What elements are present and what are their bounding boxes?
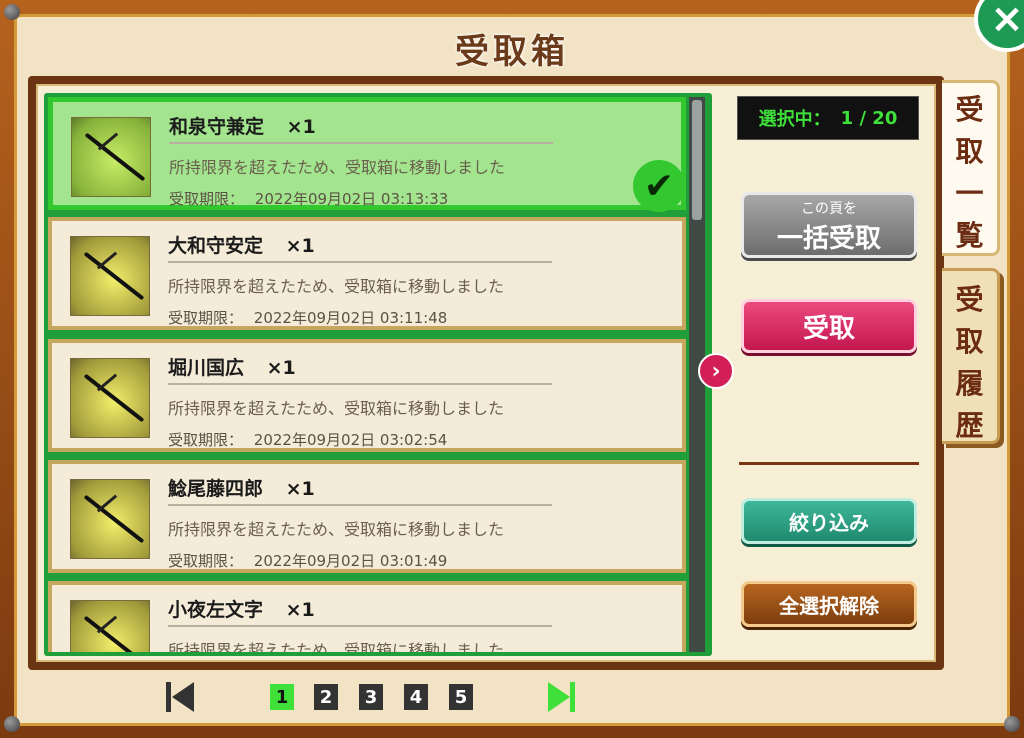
sword-icon — [70, 479, 150, 559]
tab-char: 一 — [955, 177, 984, 210]
filter-button[interactable]: 絞り込み — [741, 498, 917, 544]
receive-label: 受取 — [802, 313, 855, 344]
sword-icon — [70, 600, 150, 652]
selection-counter: 選択中： 1 / 20 — [737, 96, 919, 140]
page-3-button[interactable]: 3 — [359, 684, 383, 710]
item-name-row: 大和守安定 ×1 — [168, 231, 315, 258]
sword-icon — [71, 117, 151, 197]
deadline-value: 2022年09月02日 03:01:49 — [253, 552, 448, 570]
list-item[interactable]: 鯰尾藤四郎 ×1 所持限界を超えたため、受取箱に移動しました 受取期限： 202… — [48, 460, 686, 573]
item-reason: 所持限界を超えたため、受取箱に移動しました — [169, 158, 506, 177]
item-list[interactable]: 和泉守兼定 ×1 所持限界を超えたため、受取箱に移動しました 受取期限： 202… — [48, 97, 686, 652]
tab-char: 取 — [955, 135, 984, 168]
item-name-row: 堀川国広 ×1 — [168, 353, 296, 380]
divider — [168, 625, 552, 627]
deadline-label: 受取期限： — [168, 309, 244, 327]
filter-label: 絞り込み — [789, 510, 869, 535]
item-name: 和泉守兼定 — [169, 116, 265, 138]
tab-receive-history[interactable]: 受 取 履 歴 — [942, 268, 1000, 444]
divider — [168, 504, 552, 506]
item-name-row: 小夜左文字 ×1 — [168, 595, 315, 622]
item-name: 堀川国広 — [168, 357, 245, 379]
item-name-row: 和泉守兼定 ×1 — [169, 112, 316, 139]
item-deadline-row: 受取期限： 2022年09月02日 03:13:33 — [169, 188, 448, 209]
item-name: 鯰尾藤四郎 — [168, 478, 264, 500]
first-page-icon[interactable] — [166, 680, 196, 716]
selection-label: 選択中： — [758, 109, 831, 130]
item-name-row: 鯰尾藤四郎 ×1 — [168, 474, 315, 501]
tab-char: 受 — [955, 283, 984, 316]
bulk-receive-button[interactable]: この頁を 一括受取 — [741, 192, 917, 258]
item-reason: 所持限界を超えたため、受取箱に移動しました — [168, 641, 505, 652]
tab-char: 歴 — [955, 409, 984, 442]
deadline-value: 2022年09月02日 03:02:54 — [253, 431, 448, 449]
item-deadline-row: 受取期限： 2022年09月02日 03:11:48 — [168, 307, 447, 328]
deadline-label: 受取期限： — [169, 190, 245, 208]
deselect-all-button[interactable]: 全選択解除 — [741, 581, 917, 627]
divider — [168, 383, 552, 385]
item-name: 大和守安定 — [168, 235, 264, 257]
scrollbar-thumb[interactable] — [692, 100, 702, 220]
checkmark-icon: ✔ — [633, 160, 685, 212]
item-qty: ×1 — [286, 116, 316, 138]
page-2-button[interactable]: 2 — [314, 684, 338, 710]
item-qty: ×1 — [285, 478, 315, 500]
rivet — [4, 4, 20, 20]
chevron-right-icon: › — [711, 358, 721, 384]
list-item[interactable]: 堀川国広 ×1 所持限界を超えたため、受取箱に移動しました 受取期限： 2022… — [48, 339, 686, 452]
last-page-icon[interactable] — [548, 680, 578, 716]
tab-char: 受 — [955, 93, 984, 126]
item-qty: ×1 — [285, 235, 315, 257]
bulk-receive-sub: この頁を — [801, 201, 857, 217]
close-icon: × — [990, 0, 1024, 42]
expand-arrow-button[interactable]: › — [698, 353, 734, 389]
dialog-title: 受取箱 — [455, 32, 569, 72]
separator — [739, 462, 919, 465]
pagination: 1 2 3 4 5 — [0, 680, 1024, 720]
deadline-value: 2022年09月02日 03:13:33 — [254, 190, 449, 208]
sword-icon — [70, 358, 150, 438]
page-5-button[interactable]: 5 — [449, 684, 473, 710]
page-1-button[interactable]: 1 — [270, 684, 294, 710]
receive-button[interactable]: 受取 — [741, 299, 917, 353]
list-item[interactable]: 大和守安定 ×1 所持限界を超えたため、受取箱に移動しました 受取期限： 202… — [48, 217, 686, 330]
tab-char: 履 — [955, 367, 984, 400]
item-reason: 所持限界を超えたため、受取箱に移動しました — [168, 399, 505, 418]
deadline-value: 2022年09月02日 03:11:48 — [253, 309, 448, 327]
deadline-label: 受取期限： — [168, 431, 244, 449]
page-4-button[interactable]: 4 — [404, 684, 428, 710]
tab-receive-list[interactable]: 受 取 一 覧 — [942, 80, 1000, 256]
item-reason: 所持限界を超えたため、受取箱に移動しました — [168, 520, 505, 539]
item-qty: ×1 — [285, 599, 315, 621]
item-deadline-row: 受取期限： 2022年09月02日 03:02:54 — [168, 429, 447, 450]
divider — [169, 142, 553, 144]
tab-char: 取 — [955, 325, 984, 358]
tab-char: 覧 — [955, 219, 984, 252]
list-item-selected[interactable]: 和泉守兼定 ×1 所持限界を超えたため、受取箱に移動しました 受取期限： 202… — [48, 97, 686, 212]
sword-icon — [70, 236, 150, 316]
deselect-all-label: 全選択解除 — [779, 593, 879, 618]
list-item[interactable]: 小夜左文字 ×1 所持限界を超えたため、受取箱に移動しました — [48, 581, 686, 652]
item-qty: ×1 — [266, 357, 296, 379]
item-name: 小夜左文字 — [168, 599, 264, 621]
item-deadline-row: 受取期限： 2022年09月02日 03:01:49 — [168, 550, 447, 571]
selection-count: 1 / 20 — [840, 107, 898, 129]
item-reason: 所持限界を超えたため、受取箱に移動しました — [168, 277, 505, 296]
bulk-receive-label: 一括受取 — [776, 224, 881, 254]
divider — [168, 261, 552, 263]
deadline-label: 受取期限： — [168, 552, 244, 570]
